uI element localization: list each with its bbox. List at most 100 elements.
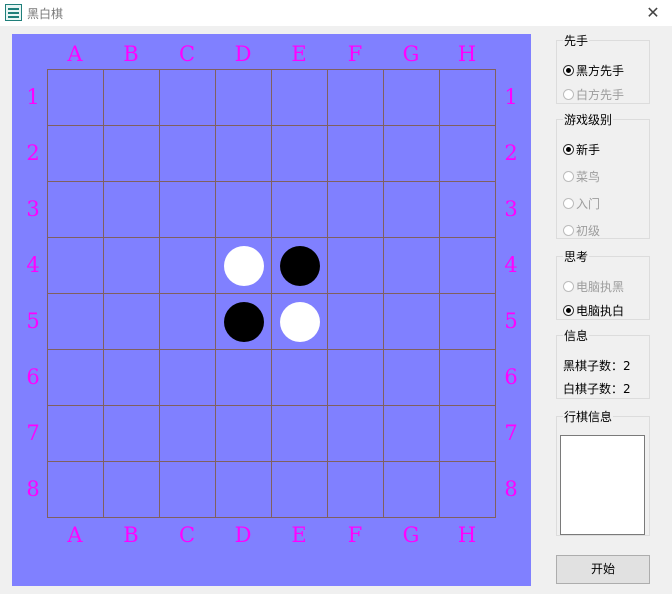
radio-dot-icon [563,198,574,209]
board-cell-g6[interactable] [383,349,439,405]
board-cell-c3[interactable] [159,181,215,237]
board-cell-a2[interactable] [47,125,103,181]
radio-label: 电脑执白 [576,304,625,318]
white-piece [224,246,264,286]
radio-level-rookie[interactable]: 菜鸟 [563,168,600,186]
board-cell-b8[interactable] [103,461,159,517]
radio-level-elementary[interactable]: 初级 [563,222,600,240]
board-cell-e1[interactable] [271,69,327,125]
board-cell-c8[interactable] [159,461,215,517]
board-cell-b2[interactable] [103,125,159,181]
board-cell-h1[interactable] [439,69,495,125]
row-label-right-6: 6 [504,365,518,389]
board-cell-f6[interactable] [327,349,383,405]
board-cell-d4[interactable] [215,237,271,293]
app-icon [5,4,22,21]
board-cell-b4[interactable] [103,237,159,293]
board-cell-d6[interactable] [215,349,271,405]
board-cell-b6[interactable] [103,349,159,405]
board-cell-d1[interactable] [215,69,271,125]
board-cell-e5[interactable] [271,293,327,349]
col-label-bottom-f: F [347,523,363,547]
start-button[interactable]: 开始 [556,555,650,584]
think-group: 思考 电脑执黑 电脑执白 [556,248,650,320]
board-cell-e7[interactable] [271,405,327,461]
radio-dot-icon [563,281,574,292]
col-label-bottom-e: E [291,523,307,547]
board-cell-f7[interactable] [327,405,383,461]
board-cell-a1[interactable] [47,69,103,125]
radio-dot-icon [563,225,574,236]
board-cell-e3[interactable] [271,181,327,237]
row-label-left-7: 7 [26,421,40,445]
radio-level-beginner[interactable]: 入门 [563,195,600,213]
board-cell-d2[interactable] [215,125,271,181]
board-cell-d5[interactable] [215,293,271,349]
board-cell-g1[interactable] [383,69,439,125]
col-label-top-e: E [291,42,307,66]
board-cell-g7[interactable] [383,405,439,461]
board-cell-c6[interactable] [159,349,215,405]
board-cell-g4[interactable] [383,237,439,293]
board-cell-h8[interactable] [439,461,495,517]
board-cell-a7[interactable] [47,405,103,461]
board-cell-h6[interactable] [439,349,495,405]
first-move-legend: 先手 [564,34,589,48]
radio-label: 白方先手 [576,88,625,102]
board-cell-f2[interactable] [327,125,383,181]
radio-level-novice[interactable]: 新手 [563,141,600,159]
move-info-legend: 行棋信息 [564,410,613,424]
board-cell-h7[interactable] [439,405,495,461]
row-label-left-1: 1 [26,85,40,109]
board-cell-d3[interactable] [215,181,271,237]
radio-black-first[interactable]: 黑方先手 [563,62,624,80]
radio-label: 菜鸟 [576,170,601,184]
board-cell-e4[interactable] [271,237,327,293]
board-cell-c1[interactable] [159,69,215,125]
board-cell-e8[interactable] [271,461,327,517]
board-cell-a8[interactable] [47,461,103,517]
board-cell-g5[interactable] [383,293,439,349]
board-cell-f3[interactable] [327,181,383,237]
board-cell-f5[interactable] [327,293,383,349]
col-label-top-c: C [178,42,196,66]
col-label-bottom-h: H [457,523,477,547]
board-cell-e6[interactable] [271,349,327,405]
board-cell-a3[interactable] [47,181,103,237]
board-cell-b5[interactable] [103,293,159,349]
board-cell-d8[interactable] [215,461,271,517]
board-cell-h5[interactable] [439,293,495,349]
board-cell-a6[interactable] [47,349,103,405]
board-cell-c5[interactable] [159,293,215,349]
board-cell-h3[interactable] [439,181,495,237]
radio-white-first[interactable]: 白方先手 [563,86,624,104]
col-label-top-g: G [402,42,420,66]
board-cell-c7[interactable] [159,405,215,461]
close-icon[interactable]: ✕ [640,2,666,24]
white-count: 白棋子数：2 [563,382,631,396]
board-cell-f1[interactable] [327,69,383,125]
move-info-group: 行棋信息 [556,408,650,536]
board-cell-b1[interactable] [103,69,159,125]
board-cell-h2[interactable] [439,125,495,181]
row-label-left-2: 2 [26,141,40,165]
radio-computer-black[interactable]: 电脑执黑 [563,278,624,296]
col-label-bottom-b: B [123,523,139,547]
board-cell-f8[interactable] [327,461,383,517]
board-cell-f4[interactable] [327,237,383,293]
board-cell-a5[interactable] [47,293,103,349]
board-cell-h4[interactable] [439,237,495,293]
board-cell-d7[interactable] [215,405,271,461]
board-cell-c4[interactable] [159,237,215,293]
radio-dot-icon [563,144,574,155]
board-cell-g2[interactable] [383,125,439,181]
board-cell-g8[interactable] [383,461,439,517]
board-cell-a4[interactable] [47,237,103,293]
move-log-textbox[interactable] [560,435,645,535]
board-cell-g3[interactable] [383,181,439,237]
radio-computer-white[interactable]: 电脑执白 [563,302,624,320]
board-cell-b7[interactable] [103,405,159,461]
board-cell-c2[interactable] [159,125,215,181]
board-cell-e2[interactable] [271,125,327,181]
board-cell-b3[interactable] [103,181,159,237]
